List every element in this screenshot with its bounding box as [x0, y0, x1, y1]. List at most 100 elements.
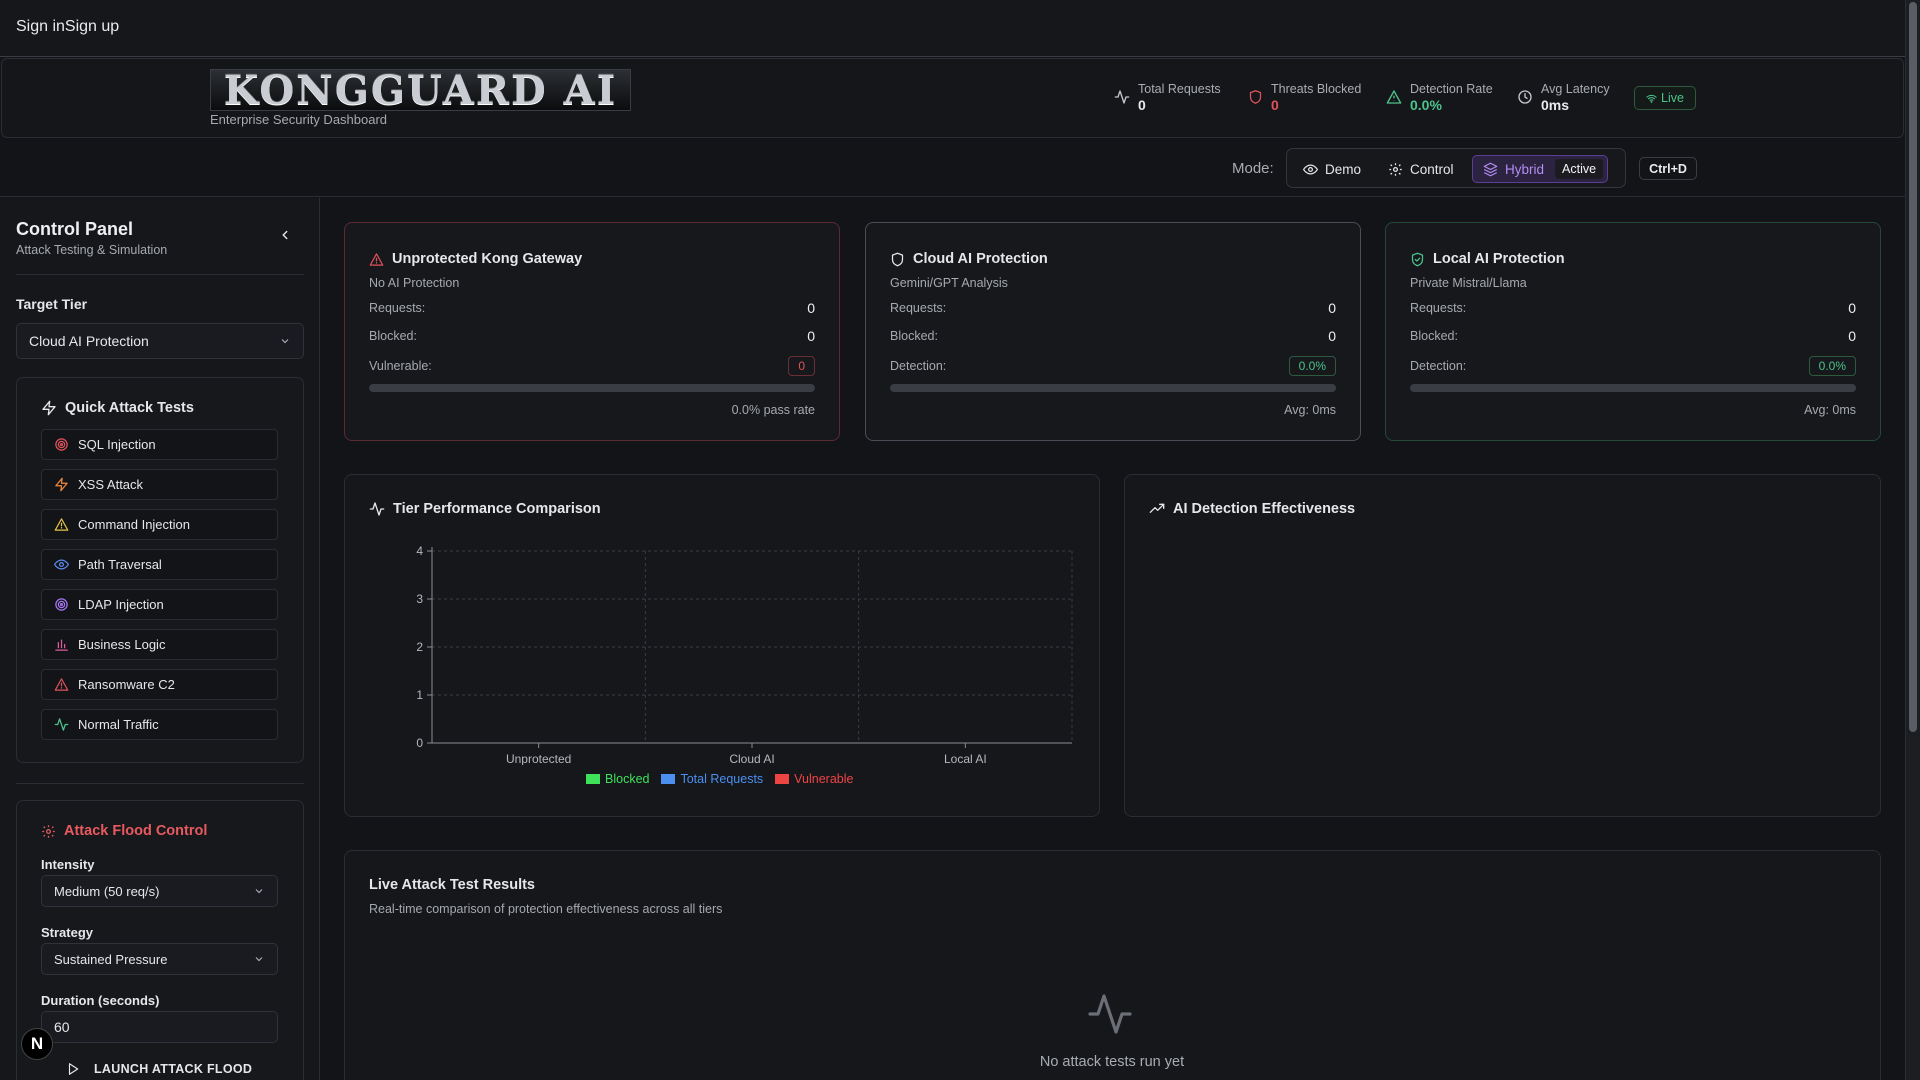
auth-links: Sign inSign up	[16, 18, 119, 36]
empty-state-text: No attack tests run yet	[1039, 1054, 1185, 1070]
stat-label: Avg Latency	[1541, 82, 1610, 96]
intensity-label: Intensity	[41, 857, 95, 872]
mode-label: Mode:	[1232, 160, 1274, 177]
stat-value: 0.0%	[1410, 97, 1442, 113]
shield-check-icon	[1410, 252, 1425, 267]
activity-icon	[369, 501, 385, 517]
mode-demo-button[interactable]: Demo	[1293, 155, 1371, 183]
x-tick-label: Cloud AI	[729, 752, 774, 765]
attack-test-button[interactable]: Path Traversal	[41, 549, 278, 580]
metric-row: Detection: 0.0%	[1410, 356, 1856, 376]
sidebar-subtitle: Attack Testing & Simulation	[16, 243, 168, 257]
metric-badge: 0.0%	[1808, 356, 1856, 376]
y-tick-label: 0	[416, 736, 423, 750]
x-tick-label: Local AI	[944, 752, 987, 765]
requests-row: Requests: 0	[890, 300, 1336, 316]
tier-card-title: Cloud AI Protection	[890, 251, 1048, 267]
chevron-down-icon	[279, 335, 291, 347]
attack-test-label: Command Injection	[78, 517, 190, 532]
header-subtitle: Enterprise Security Dashboard	[210, 112, 388, 127]
mode-switcher: Demo Control Hybrid Active	[1286, 148, 1626, 188]
zap-icon	[54, 477, 69, 492]
stat-value: 0	[1138, 97, 1146, 113]
tier-card: Unprotected Kong Gateway No AI Protectio…	[344, 222, 840, 441]
chart-legend: Blocked Total Requests Vulnerable	[586, 772, 853, 786]
target-tier-label: Target Tier	[16, 296, 88, 312]
stat-label: Total Requests	[1138, 82, 1221, 96]
mode-control-button[interactable]: Control	[1378, 155, 1464, 183]
stat-threats-blocked: Threats Blocked 0	[1248, 82, 1361, 114]
blocked-value: 0	[807, 328, 815, 344]
target-tier-select[interactable]: Cloud AI Protection	[16, 323, 304, 359]
attack-test-button[interactable]: Business Logic	[41, 629, 278, 660]
auth-bar: Sign inSign up	[0, 0, 1905, 57]
shield-icon	[1248, 89, 1263, 105]
strategy-select[interactable]: Sustained Pressure	[41, 943, 278, 975]
attack-test-button[interactable]: Command Injection	[41, 509, 278, 540]
stat-avg-latency: Avg Latency 0ms	[1517, 82, 1610, 114]
attack-test-button[interactable]: Normal Traffic	[41, 709, 278, 740]
tier-card-description: Gemini/GPT Analysis	[890, 276, 1008, 290]
alert-triangle-icon	[54, 517, 69, 532]
duration-input[interactable]: 60	[41, 1011, 278, 1043]
blocked-row: Blocked: 0	[369, 328, 815, 344]
legend-item-blocked: Blocked	[586, 772, 649, 786]
tier-card-title: Local AI Protection	[1410, 251, 1565, 267]
y-tick-label: 3	[416, 592, 423, 606]
attack-test-label: Ransomware C2	[78, 677, 175, 692]
attack-test-label: XSS Attack	[78, 477, 144, 492]
alert-triangle-icon	[369, 252, 384, 267]
attack-test-label: SQL Injection	[78, 437, 156, 452]
sign-in-link[interactable]: Sign in	[16, 18, 65, 35]
attack-test-button[interactable]: SQL Injection	[41, 429, 278, 460]
tier-card: Local AI Protection Private Mistral/Llam…	[1385, 222, 1881, 441]
bar-chart-icon	[54, 637, 69, 652]
strategy-label: Strategy	[41, 925, 94, 940]
progress-bar	[369, 384, 815, 392]
page-scrollbar[interactable]	[1905, 0, 1920, 1080]
progress-bar	[1410, 384, 1856, 392]
live-label: Live	[1661, 91, 1684, 105]
launch-attack-flood-button[interactable]: LAUNCH ATTACK FLOOD	[66, 1062, 252, 1076]
tier-card-title: Unprotected Kong Gateway	[369, 251, 582, 267]
metric-badge: 0	[788, 356, 815, 376]
quick-attack-tests-title: Quick Attack Tests	[41, 400, 194, 416]
attack-test-button[interactable]: Ransomware C2	[41, 669, 278, 700]
intensity-select[interactable]: Medium (50 req/s)	[41, 875, 278, 907]
legend-swatch	[586, 774, 600, 784]
x-tick-label: Unprotected	[506, 752, 571, 765]
tier-card-footer: 0.0% pass rate	[731, 403, 815, 417]
requests-value: 0	[1848, 300, 1856, 316]
n-badge[interactable]: N	[21, 1028, 53, 1060]
attack-test-button[interactable]: XSS Attack	[41, 469, 278, 500]
y-tick-label: 4	[416, 544, 423, 558]
sign-up-link[interactable]: Sign up	[65, 18, 119, 35]
tier-card-description: Private Mistral/Llama	[1410, 276, 1527, 290]
metric-row: Detection: 0.0%	[890, 356, 1336, 376]
eye-icon	[1303, 162, 1318, 177]
ai-detection-effectiveness-panel	[1124, 474, 1881, 817]
divider	[16, 783, 304, 784]
target-icon	[54, 597, 69, 612]
eye-icon	[54, 557, 69, 572]
attack-test-label: Business Logic	[78, 637, 166, 652]
stat-total-requests: Total Requests 0	[1114, 82, 1221, 114]
shield-icon	[890, 252, 905, 267]
duration-label: Duration (seconds)	[41, 993, 160, 1008]
attack-test-label: Normal Traffic	[78, 717, 159, 732]
blocked-value: 0	[1848, 328, 1856, 344]
mode-hybrid-button[interactable]: Hybrid Active	[1472, 155, 1609, 183]
y-tick-label: 1	[416, 688, 423, 702]
attack-test-button[interactable]: LDAP Injection	[41, 589, 278, 620]
alert-triangle-icon	[54, 677, 69, 692]
activity-icon	[1114, 89, 1130, 105]
stat-label: Detection Rate	[1410, 82, 1493, 96]
active-tag: Active	[1555, 159, 1604, 179]
requests-value: 0	[807, 300, 815, 316]
requests-row: Requests: 0	[1410, 300, 1856, 316]
sidebar-title: Control Panel	[16, 219, 134, 239]
scrollbar-thumb[interactable]	[1909, 2, 1917, 732]
blocked-row: Blocked: 0	[1410, 328, 1856, 344]
collapse-sidebar-button[interactable]	[278, 228, 292, 242]
stat-value: 0	[1271, 97, 1279, 113]
